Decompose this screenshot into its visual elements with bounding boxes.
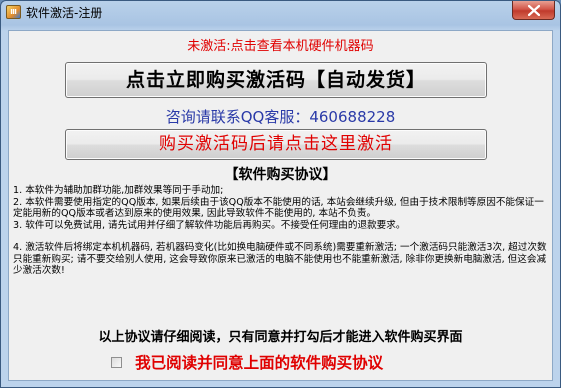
agreement-paragraph: 2. 本软件需要使用指定的QQ版本, 如果后续由于该QQ版本不能使用的话, 本站… <box>13 196 544 220</box>
app-icon: Ⅲ <box>6 5 21 19</box>
activate-button[interactable]: 购买激活码后请点击这里激活 <box>65 129 487 160</box>
agree-checkbox-row[interactable]: 我已阅读并同意上面的软件购买协议 <box>111 351 383 373</box>
agreement-heading: 【软件购买协议】 <box>224 167 337 183</box>
activation-window: Ⅲ 软件激活-注册 未激活:点击查看本机硬件机器码 点击立即购买激活码【自动发货… <box>0 0 561 388</box>
close-button[interactable] <box>512 1 555 20</box>
title-bar[interactable]: Ⅲ 软件激活-注册 <box>1 1 560 23</box>
agreement-text[interactable]: 1. 本软件为辅助加群功能,加群效果等同于手动加; 2. 本软件需要使用指定的Q… <box>9 184 552 317</box>
hardware-id-link[interactable]: 未激活:点击查看本机硬件机器码 <box>9 35 552 54</box>
agreement-paragraph: 1. 本软件为辅助加群功能,加群效果等同于手动加; <box>13 185 224 196</box>
buy-activation-code-button[interactable]: 点击立即购买激活码【自动发货】 <box>65 62 487 98</box>
agree-checkbox-label[interactable]: 我已阅读并同意上面的软件购买协议 <box>135 351 383 373</box>
window-title: 软件激活-注册 <box>26 6 103 20</box>
agree-checkbox[interactable] <box>111 356 122 368</box>
client-area: 未激活:点击查看本机硬件机器码 点击立即购买激活码【自动发货】 咨询请联系QQ客… <box>8 30 553 381</box>
close-icon <box>528 5 540 16</box>
agreement-notice: 以上协议请仔细阅读，只有同意并打勾后才能进入软件购买界面 <box>98 330 463 345</box>
agreement-paragraph: 3. 软件可以免费试用, 请先试用并仔细了解软件功能后再购买。不接受任何理由的退… <box>13 219 406 231</box>
agreement-paragraph: 4. 激活软件后将绑定本机机器码, 若机器码变化(比如换电脑硬件或不同系统)需要… <box>13 242 547 276</box>
contact-info: 咨询请联系QQ客服：460688228 <box>165 108 396 126</box>
